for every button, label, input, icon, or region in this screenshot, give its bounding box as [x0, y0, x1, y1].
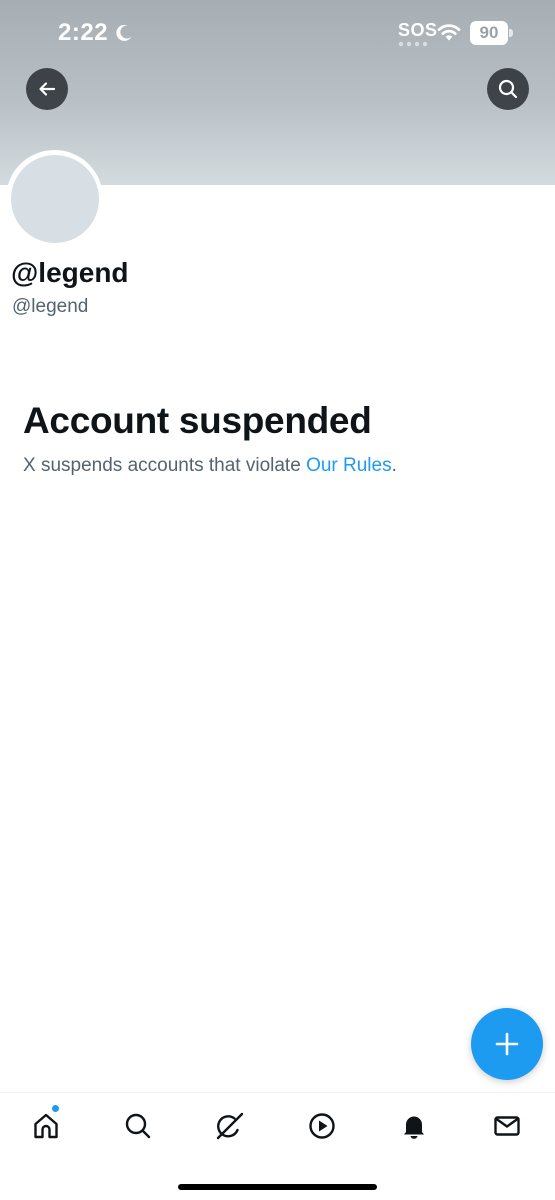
back-button[interactable] [26, 68, 68, 110]
wifi-icon [437, 24, 461, 41]
status-time: 2:22 [58, 19, 109, 46]
home-notification-dot [51, 1104, 60, 1113]
plus-icon [495, 1032, 519, 1056]
search-button[interactable] [487, 68, 529, 110]
home-indicator[interactable] [178, 1184, 377, 1190]
status-bar: 2:22 SOS 90 [0, 0, 555, 66]
search-icon [498, 79, 518, 99]
home-icon [34, 1113, 58, 1139]
compose-button[interactable] [471, 1008, 543, 1080]
bell-icon [404, 1116, 424, 1139]
tab-video[interactable] [302, 1106, 342, 1146]
tab-messages[interactable] [487, 1106, 527, 1146]
suspended-title: Account suspended [23, 400, 372, 441]
tab-notifications[interactable] [394, 1106, 434, 1146]
moon-icon [116, 24, 132, 41]
profile-display-name: @legend [11, 257, 129, 288]
arrow-left-icon [39, 82, 56, 96]
profile-handle: @legend [12, 296, 89, 317]
battery-icon: 90 [470, 21, 514, 45]
avatar-placeholder [10, 154, 99, 243]
tab-home[interactable] [26, 1106, 66, 1146]
signal-dots-icon [398, 41, 428, 47]
grok-icon [216, 1112, 244, 1140]
search-icon [125, 1113, 151, 1139]
sos-indicator: SOS [398, 20, 438, 40]
our-rules-link[interactable]: Our Rules [306, 455, 392, 476]
avatar[interactable] [6, 150, 103, 247]
battery-cap [509, 29, 513, 37]
tab-grok[interactable] [210, 1106, 250, 1146]
suspended-message: X suspends accounts that violate Our Rul… [23, 455, 397, 477]
tab-search[interactable] [118, 1106, 158, 1146]
suspended-message-text: X suspends accounts that violate [23, 455, 307, 476]
video-play-icon [309, 1113, 335, 1139]
battery-level: 90 [470, 21, 508, 45]
mail-icon [494, 1116, 520, 1136]
suspended-message-period: . [391, 455, 397, 476]
